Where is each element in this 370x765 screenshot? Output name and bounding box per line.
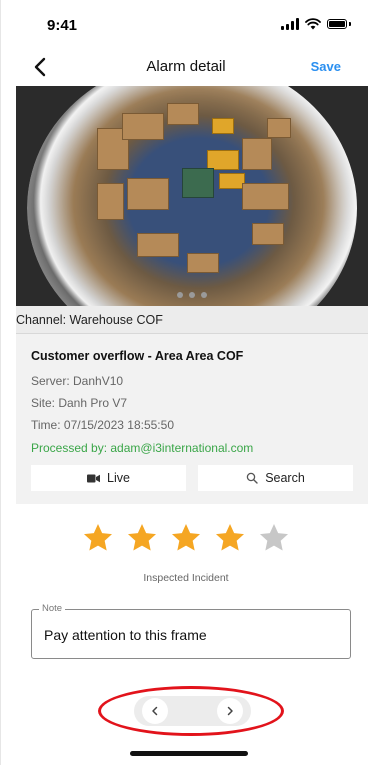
alarm-processed-by: Processed by: adam@i3international.com: [31, 441, 254, 455]
image-pagination-dots: [177, 292, 207, 298]
nav-bar: Alarm detail Save: [1, 48, 370, 86]
battery-icon: [327, 19, 347, 29]
star-icon[interactable]: [258, 522, 290, 554]
star-icon[interactable]: [170, 522, 202, 554]
alarm-info-panel: Customer overflow - Area Area COF Server…: [16, 334, 368, 504]
star-icon[interactable]: [214, 522, 246, 554]
alarm-site: Site: Danh Pro V7: [31, 396, 128, 410]
note-field[interactable]: Note Pay attention to this frame: [31, 603, 351, 659]
home-indicator: [130, 751, 248, 756]
note-value: Pay attention to this frame: [44, 627, 207, 643]
alarm-detail-screen: 9:41 Alarm detail Save Channel: Warehous…: [0, 0, 370, 765]
save-button[interactable]: Save: [311, 59, 341, 74]
search-icon: [246, 472, 258, 484]
video-camera-icon: [87, 474, 101, 482]
battery-cap: [349, 22, 351, 26]
fisheye-image: [27, 86, 357, 306]
live-button[interactable]: Live: [31, 465, 186, 491]
search-button-label: Search: [265, 471, 305, 485]
alarm-time: Time: 07/15/2023 18:55:50: [31, 418, 174, 432]
star-icon[interactable]: [82, 522, 114, 554]
star-icon[interactable]: [126, 522, 158, 554]
wifi-icon: [305, 18, 321, 30]
channel-strip: Channel: Warehouse COF: [16, 306, 368, 334]
status-icons: [281, 18, 351, 30]
camera-snapshot[interactable]: [16, 86, 368, 306]
live-button-label: Live: [107, 471, 130, 485]
signal-icon: [281, 18, 299, 30]
highlight-ellipse-annotation: [98, 686, 284, 736]
status-time: 9:41: [47, 17, 78, 34]
search-button[interactable]: Search: [198, 465, 353, 491]
note-legend: Note: [39, 603, 66, 614]
channel-label: Channel: Warehouse COF: [16, 313, 163, 327]
star-rating[interactable]: [1, 522, 370, 554]
rating-label: Inspected Incident: [143, 572, 229, 584]
alarm-title: Customer overflow - Area Area COF: [31, 349, 244, 363]
alarm-server: Server: DanhV10: [31, 374, 124, 388]
status-bar: 9:41: [1, 0, 370, 48]
